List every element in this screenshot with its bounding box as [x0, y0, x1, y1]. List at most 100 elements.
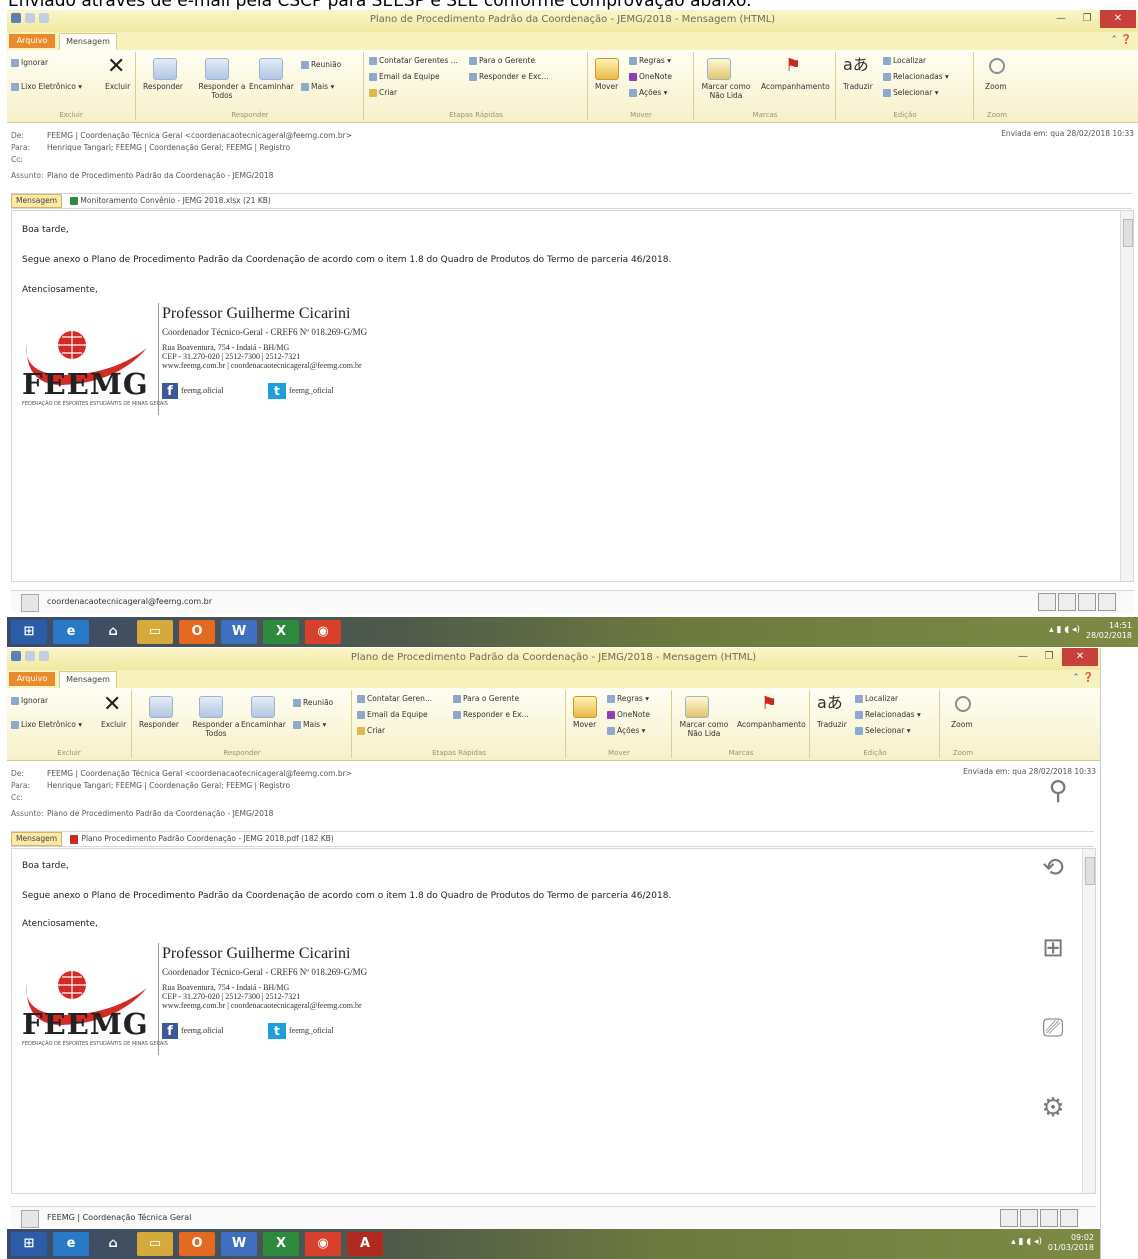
to-value[interactable]: Henrique Tangari; FEEMG | Coordenação Ge… [47, 781, 290, 790]
minimize-button[interactable]: — [1048, 10, 1074, 28]
rules-button[interactable]: Regras ▾ [629, 56, 671, 65]
twitter-link[interactable]: t feemg_oficial [268, 383, 333, 399]
clock[interactable]: 14:51 28/02/2018 [1086, 621, 1132, 641]
followup-button[interactable]: Acompanhamento [737, 720, 806, 729]
attachment-file[interactable]: Monitoramento Convênio - JEMG 2018.xlsx … [80, 196, 270, 205]
ignore-button[interactable]: Ignorar [11, 58, 48, 67]
junk-button[interactable]: Lixo Eletrônico ▾ [11, 720, 82, 729]
start-charm-icon[interactable]: ⊞ [1033, 933, 1073, 963]
ie-icon[interactable]: e [53, 1232, 89, 1256]
move-button[interactable]: Mover [595, 82, 618, 91]
attachment-file[interactable]: Plano Procedimento Padrão Coordenação - … [81, 834, 333, 843]
translate-button[interactable]: Traduzir [843, 82, 873, 91]
select-button[interactable]: Selecionar ▾ [883, 88, 938, 97]
quickstep-contact-manager[interactable]: Contatar Geren... [357, 694, 432, 703]
find-button[interactable]: Localizar [883, 56, 926, 65]
search-charm-icon[interactable]: ⚲ [1038, 776, 1078, 806]
help-icon[interactable]: ⌃ ❓ [1072, 673, 1094, 683]
related-button[interactable]: Relacionadas ▾ [855, 710, 921, 719]
flag-icon[interactable]: ⚑ [761, 694, 777, 714]
move-button[interactable]: Mover [573, 720, 596, 729]
acrobat-icon[interactable]: A [347, 1232, 383, 1256]
delete-button[interactable]: Excluir [101, 720, 126, 729]
forward-button[interactable]: Encaminhar [241, 720, 286, 729]
delete-button[interactable]: Excluir [105, 82, 130, 91]
onenote-button[interactable]: OneNote [629, 72, 672, 81]
restore-button[interactable]: ❐ [1074, 10, 1100, 28]
folder-icon[interactable]: ▭ [137, 1232, 173, 1256]
share-charm-icon[interactable]: ⟲ [1033, 853, 1073, 883]
facebook-link[interactable]: f feemg.oficial [162, 383, 223, 399]
more-button[interactable]: Mais ▾ [293, 720, 326, 729]
signature-web[interactable]: www.feemg.com.br | coordenacaotecnicager… [162, 361, 362, 370]
home-icon[interactable]: ⌂ [95, 1232, 131, 1256]
close-button[interactable]: ✕ [1062, 648, 1098, 666]
followup-button[interactable]: Acompanhamento [761, 82, 830, 91]
twitter-link[interactable]: t feemg_oficial [268, 1023, 333, 1039]
select-button[interactable]: Selecionar ▾ [855, 726, 910, 735]
people-btn-1[interactable] [1000, 1209, 1018, 1227]
system-tray[interactable]: ▴ ▮ ◖ ◂) [1011, 1237, 1042, 1247]
settings-charm-icon[interactable]: ⚙ [1033, 1093, 1073, 1123]
people-btn-4[interactable] [1098, 593, 1116, 611]
system-tray[interactable]: ▴ ▮ ◖ ◂) [1049, 625, 1080, 635]
ignore-button[interactable]: Ignorar [11, 696, 48, 705]
start-icon[interactable]: ⊞ [11, 1232, 47, 1256]
reply-button[interactable]: Responder [139, 720, 179, 729]
vertical-scrollbar[interactable] [1082, 849, 1095, 1193]
outlook-icon[interactable]: O [179, 620, 215, 644]
message-tab[interactable]: Mensagem [11, 832, 63, 846]
close-button[interactable]: ✕ [1100, 10, 1136, 28]
minimize-button[interactable]: — [1010, 648, 1036, 666]
meeting-button[interactable]: Reunião [293, 698, 333, 707]
scrollbar-thumb[interactable] [1085, 857, 1095, 885]
word-icon[interactable]: W [221, 620, 257, 644]
onenote-button[interactable]: OneNote [607, 710, 650, 719]
start-icon[interactable]: ⊞ [11, 620, 47, 644]
ie-icon[interactable]: e [53, 620, 89, 644]
rules-button[interactable]: Regras ▾ [607, 694, 649, 703]
from-value[interactable]: FEEMG | Coordenação Técnica Geral <coord… [47, 769, 352, 778]
actions-button[interactable]: Ações ▾ [629, 88, 667, 97]
tab-file[interactable]: Arquivo [9, 672, 55, 686]
tab-file[interactable]: Arquivo [9, 34, 55, 48]
people-btn-4[interactable] [1060, 1209, 1078, 1227]
tab-message[interactable]: Mensagem [59, 33, 117, 51]
people-btn-2[interactable] [1058, 593, 1076, 611]
to-value[interactable]: Henrique Tangari; FEEMG | Coordenação Ge… [47, 143, 290, 152]
clock[interactable]: 09:02 01/03/2018 [1048, 1233, 1094, 1253]
quickstep-team-email[interactable]: Email da Equipe [357, 710, 428, 719]
forward-button[interactable]: Encaminhar [249, 82, 294, 91]
word-icon[interactable]: W [221, 1232, 257, 1256]
chrome-icon[interactable]: ◉ [305, 620, 341, 644]
quickstep-reply-delete[interactable]: Responder e Exc... [469, 72, 549, 81]
excel-icon[interactable]: X [263, 620, 299, 644]
related-button[interactable]: Relacionadas ▾ [883, 72, 949, 81]
reply-all-button[interactable]: Responder a Todos [187, 82, 257, 100]
folder-icon[interactable]: ▭ [137, 620, 173, 644]
translate-icon[interactable]: aあ [843, 56, 869, 74]
quickstep-to-manager[interactable]: Para o Gerente [453, 694, 519, 703]
from-value[interactable]: FEEMG | Coordenação Técnica Geral <coord… [47, 131, 352, 140]
people-btn-2[interactable] [1020, 1209, 1038, 1227]
chrome-icon[interactable]: ◉ [305, 1232, 341, 1256]
mark-unread-button[interactable]: Marcar como Não Lida [675, 720, 733, 738]
translate-button[interactable]: Traduzir [817, 720, 847, 729]
people-btn-3[interactable] [1078, 593, 1096, 611]
restore-button[interactable]: ❐ [1036, 648, 1062, 666]
outlook-icon[interactable]: O [179, 1232, 215, 1256]
signature-web[interactable]: www.feemg.com.br | coordenacaotecnicager… [162, 1001, 362, 1010]
quickstep-to-manager[interactable]: Para o Gerente [469, 56, 535, 65]
zoom-button[interactable]: Zoom [951, 720, 973, 729]
facebook-link[interactable]: f feemg.oficial [162, 1023, 223, 1039]
junk-button[interactable]: Lixo Eletrônico ▾ [11, 82, 82, 91]
translate-icon[interactable]: aあ [817, 694, 843, 712]
people-btn-3[interactable] [1040, 1209, 1058, 1227]
find-button[interactable]: Localizar [855, 694, 898, 703]
message-tab[interactable]: Mensagem [11, 194, 63, 208]
help-icon[interactable]: ⌃ ❓ [1110, 35, 1132, 45]
delete-icon[interactable]: ✕ [103, 694, 121, 716]
scrollbar-thumb[interactable] [1123, 219, 1133, 247]
zoom-button[interactable]: Zoom [985, 82, 1007, 91]
reply-button[interactable]: Responder [143, 82, 183, 91]
